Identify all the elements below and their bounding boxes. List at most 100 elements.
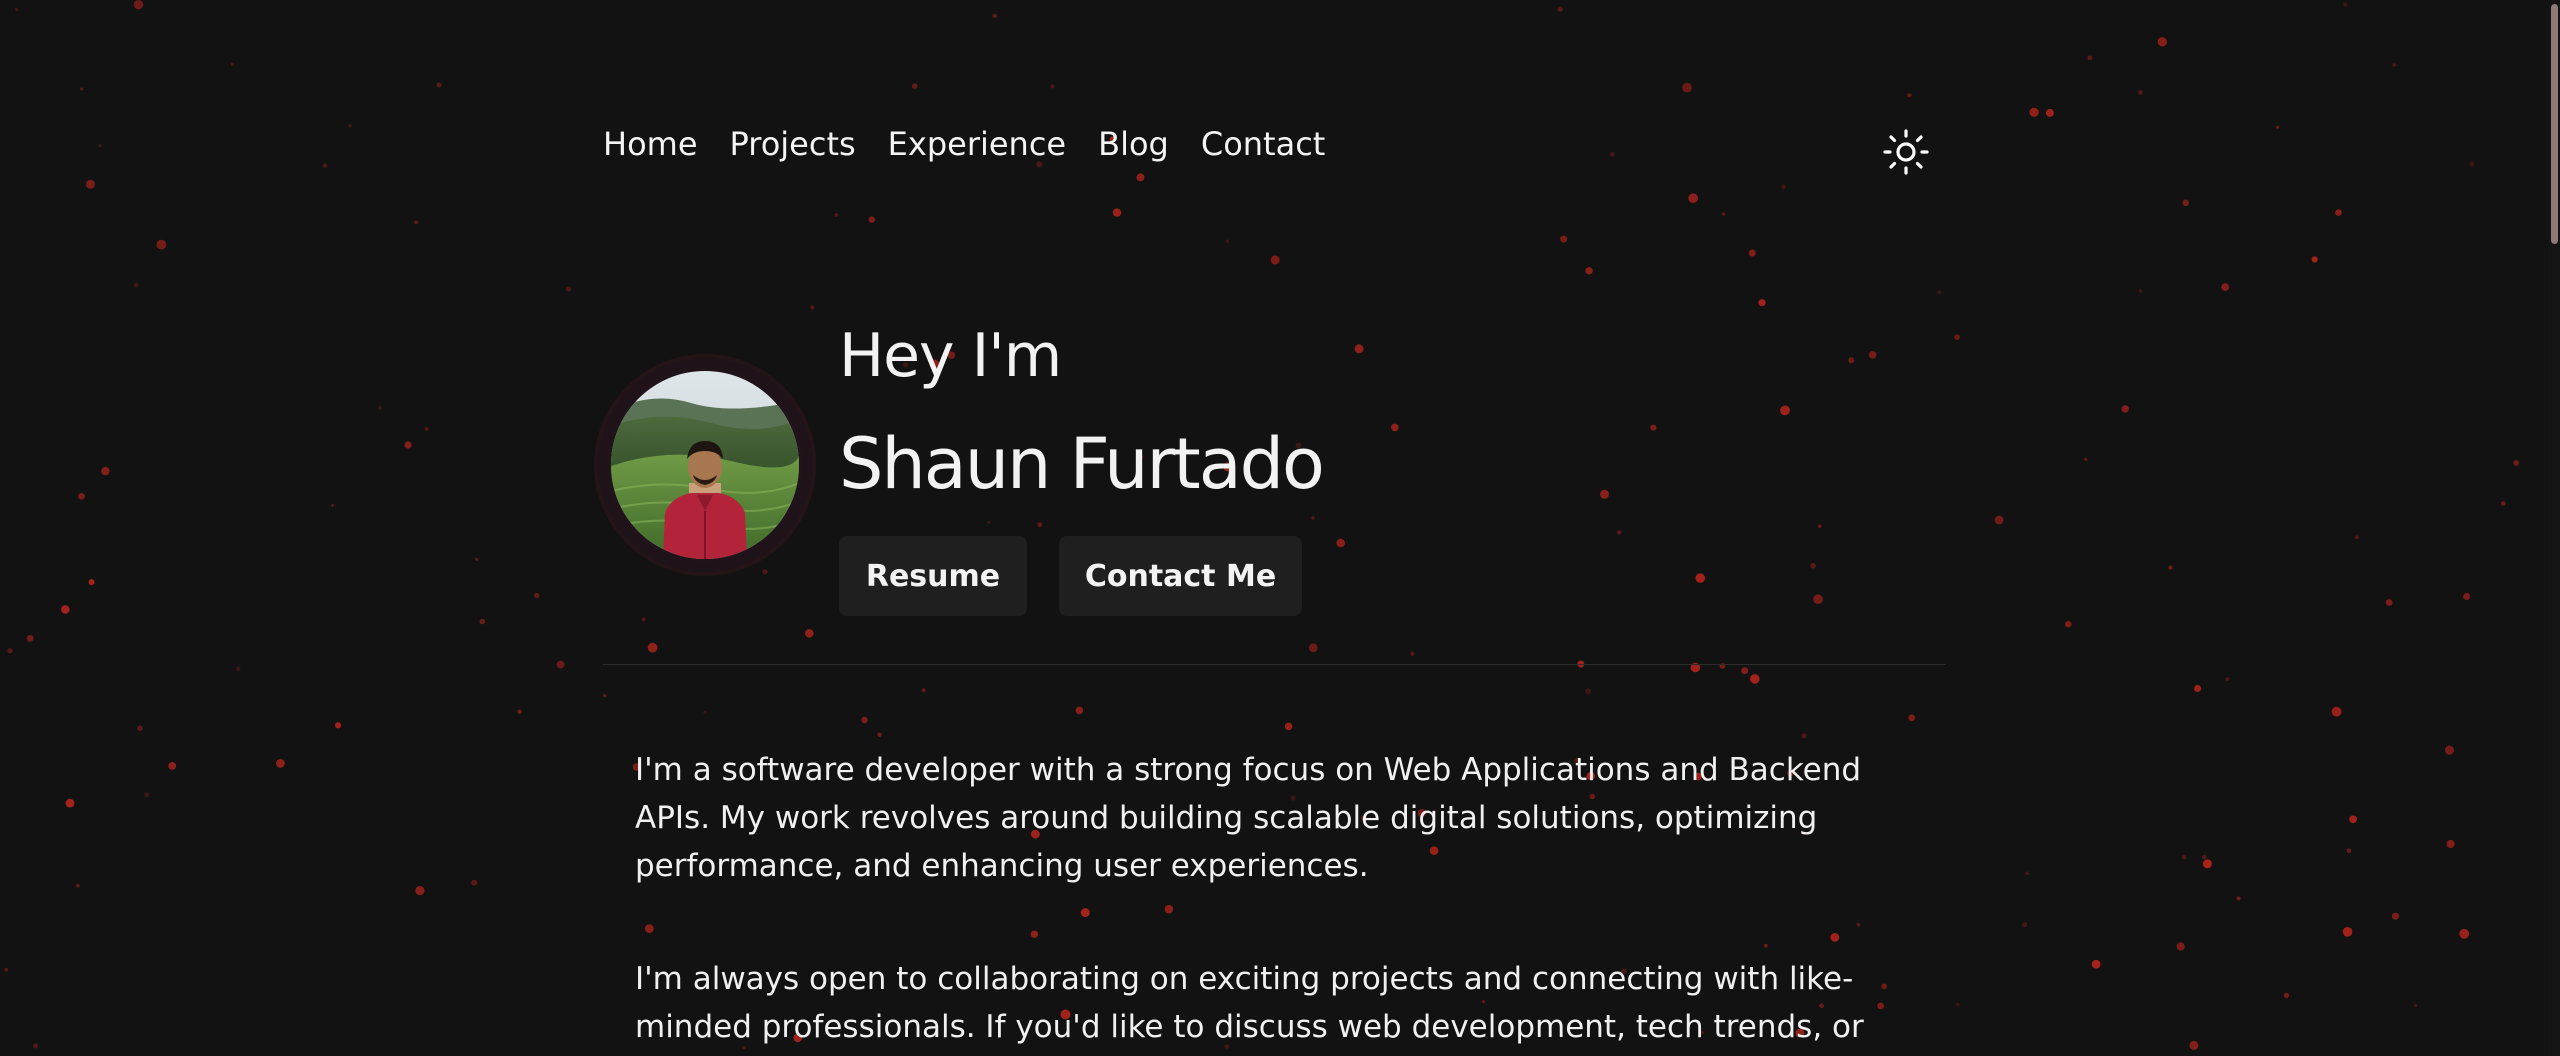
greeting: Hey I'm bbox=[839, 321, 1062, 391]
particle-dot bbox=[861, 716, 868, 724]
particle-dot bbox=[647, 642, 658, 653]
particle-dot bbox=[78, 493, 85, 500]
particle-dot bbox=[415, 886, 425, 896]
particle-dot bbox=[1136, 173, 1145, 182]
particle-dot bbox=[762, 569, 768, 575]
particle-dot bbox=[133, 0, 144, 10]
particle-dot bbox=[15, 7, 19, 12]
particle-dot bbox=[2202, 859, 2212, 869]
particle-dot bbox=[98, 144, 102, 148]
particle-dot bbox=[1284, 722, 1293, 731]
particle-dot bbox=[322, 163, 328, 168]
nav-projects[interactable]: Projects bbox=[730, 124, 856, 164]
scrollbar[interactable] bbox=[2548, 0, 2560, 1056]
particle-dot bbox=[2236, 896, 2241, 901]
main-nav: Home Projects Experience Blog Contact bbox=[603, 124, 1325, 164]
contact-me-button[interactable]: Contact Me bbox=[1059, 536, 1302, 616]
particle-dot bbox=[1600, 489, 1609, 499]
particle-dot bbox=[1585, 688, 1591, 695]
particle-dot bbox=[2469, 161, 2475, 167]
particle-dot bbox=[2087, 55, 2093, 61]
particle-dot bbox=[1075, 706, 1084, 715]
particle-dot bbox=[1818, 524, 1822, 528]
nav-contact[interactable]: Contact bbox=[1201, 124, 1326, 164]
particle-dot bbox=[1764, 943, 1768, 948]
particle-dot bbox=[2182, 199, 2189, 207]
particle-dot bbox=[85, 179, 95, 189]
particle-dot bbox=[1994, 515, 2004, 525]
particle-dot bbox=[805, 629, 814, 638]
particle-dot bbox=[911, 83, 918, 89]
particle-dot bbox=[1311, 516, 1315, 520]
particle-dot bbox=[471, 879, 478, 886]
particle-dot bbox=[1080, 908, 1090, 918]
particle-dot bbox=[1877, 1002, 1885, 1010]
particle-dot bbox=[2194, 684, 2202, 693]
particle-dot bbox=[992, 13, 997, 18]
particle-dot bbox=[1695, 573, 1705, 583]
avatar-ring bbox=[598, 358, 812, 572]
profile-photo bbox=[611, 371, 799, 559]
particle-dot bbox=[1585, 267, 1593, 275]
theme-toggle-button[interactable] bbox=[1882, 128, 1930, 176]
particle-dot bbox=[2355, 535, 2359, 539]
particle-dot bbox=[1354, 344, 1364, 354]
particle-dot bbox=[424, 426, 429, 431]
particle-dot bbox=[7, 648, 13, 654]
scrollbar-thumb[interactable] bbox=[2551, 4, 2558, 244]
particle-dot bbox=[2029, 107, 2039, 117]
particle-dot bbox=[1037, 522, 1043, 528]
particle-dot bbox=[2189, 1040, 2199, 1050]
resume-button[interactable]: Resume bbox=[839, 536, 1027, 616]
hero-name: Shaun Furtado bbox=[839, 423, 1325, 505]
particle-dot bbox=[348, 124, 352, 128]
particle-dot bbox=[877, 732, 882, 737]
particle-dot bbox=[1050, 84, 1055, 89]
particle-dot bbox=[230, 62, 235, 67]
particle-dot bbox=[414, 220, 419, 225]
particle-dot bbox=[1954, 334, 1960, 340]
particle-dot bbox=[1688, 193, 1698, 203]
nav-home[interactable]: Home bbox=[603, 124, 698, 164]
nav-blog[interactable]: Blog bbox=[1098, 124, 1169, 164]
particle-dot bbox=[2346, 848, 2352, 854]
particle-dot bbox=[1868, 351, 1877, 359]
particle-dot bbox=[2084, 457, 2088, 461]
particle-dot bbox=[137, 725, 143, 731]
particle-dot bbox=[1308, 643, 1318, 653]
particle-dot bbox=[2343, 2, 2348, 7]
particle-dot bbox=[703, 711, 707, 714]
particle-dot bbox=[2182, 855, 2187, 860]
particle-dot bbox=[404, 441, 412, 449]
particle-dot bbox=[2444, 745, 2455, 755]
particle-dot bbox=[1856, 922, 1861, 927]
particle-dot bbox=[2501, 501, 2506, 506]
particle-dot bbox=[987, 520, 991, 524]
particle-dot bbox=[33, 1043, 38, 1049]
particle-dot bbox=[2385, 599, 2393, 606]
particle-dot bbox=[2446, 839, 2455, 849]
particle-dot bbox=[80, 87, 84, 91]
particle-dot bbox=[810, 305, 815, 310]
particle-dot bbox=[2168, 565, 2173, 570]
particle-dot bbox=[236, 666, 241, 672]
particle-dot bbox=[134, 282, 139, 288]
particle-dot bbox=[335, 722, 342, 729]
particle-dot bbox=[4, 968, 8, 972]
particle-dot bbox=[2335, 209, 2342, 216]
particle-dot bbox=[1781, 184, 1786, 190]
particle-dot bbox=[556, 660, 565, 669]
particle-dot bbox=[2331, 706, 2342, 717]
nav-experience[interactable]: Experience bbox=[888, 124, 1066, 164]
particle-dot bbox=[2021, 921, 2028, 928]
about-paragraph-1: I'm a software developer with a strong f… bbox=[635, 752, 1862, 884]
particle-dot bbox=[331, 503, 335, 507]
particle-dot bbox=[2138, 90, 2143, 95]
particle-dot bbox=[1557, 6, 1563, 12]
particle-dot bbox=[2025, 871, 2029, 876]
about-paragraph-2: I'm always open to collaborating on exci… bbox=[635, 961, 1864, 1045]
particle-dot bbox=[479, 618, 486, 625]
particle-dot bbox=[1780, 405, 1790, 416]
particle-dot bbox=[644, 924, 654, 933]
particle-dot bbox=[1650, 424, 1657, 431]
